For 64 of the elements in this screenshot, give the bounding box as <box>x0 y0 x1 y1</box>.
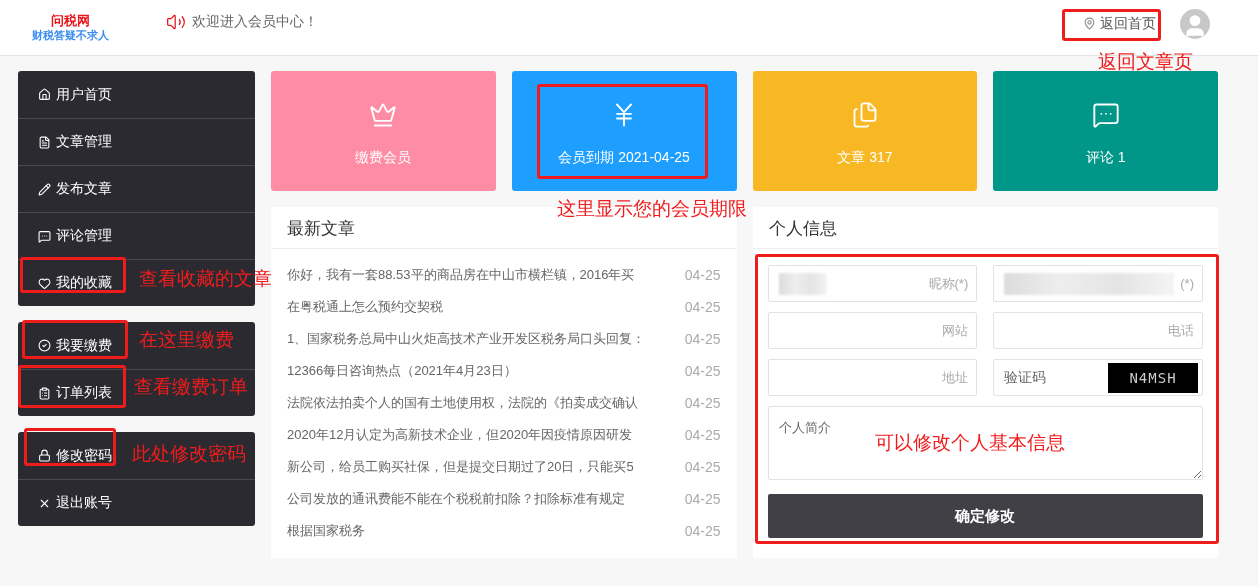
annotation-text: 可以修改个人基本信息 <box>875 431 1065 455</box>
captcha-field[interactable]: 验证码 N4MSH <box>993 359 1203 396</box>
submit-button[interactable]: 确定修改 <box>767 494 1203 538</box>
list-icon <box>38 386 51 400</box>
sidebar-item[interactable]: 评论管理 <box>38 223 112 249</box>
captcha-image[interactable]: N4MSH <box>1108 362 1198 393</box>
field-placeholder: 网站 <box>942 321 969 340</box>
article-date: 04-25 <box>684 363 721 379</box>
article-link[interactable]: 公司发放的通讯费能不能在个税税前扣除？扣除标准有规定 <box>287 490 625 508</box>
location-pin-icon <box>1083 17 1096 30</box>
home-icon <box>38 88 51 101</box>
sidebar-item[interactable]: 退出账号 <box>38 490 112 516</box>
lock-icon <box>38 449 51 462</box>
article-link[interactable]: 12366每日咨询热点（2021年4月23日） <box>287 362 517 380</box>
article-link[interactable]: 新公司，给员工购买社保，但是提交日期过了20日，只能买5 <box>287 458 634 476</box>
article-link[interactable]: 你好，我有一套88.53平的商品房在中山市横栏镇，2016年买 <box>287 266 635 284</box>
welcome-notice: 欢迎进入会员中心！ <box>192 12 318 31</box>
sidebar-item[interactable]: 修改密码 <box>38 442 112 469</box>
article-date: 04-25 <box>684 491 721 507</box>
annotation-text: 这里显示您的会员期限 <box>557 197 747 221</box>
panel-title: 个人信息 <box>752 207 1218 249</box>
sidebar-item[interactable]: 订单列表 <box>38 380 112 406</box>
annotation-text: 返回文章页 <box>1098 50 1193 74</box>
stat-label: 评论 1 <box>1085 149 1126 167</box>
chat-icon <box>38 229 51 243</box>
sidebar-item[interactable]: 我的收藏 <box>38 270 112 296</box>
article-link[interactable]: 在粤税通上怎么预约交契税 <box>287 298 443 316</box>
logo-title: 问税网 <box>50 13 90 28</box>
article-date: 04-25 <box>684 427 721 443</box>
article-link[interactable]: 2020年12月认定为高新技术企业，但2020年因疫情原因研发 <box>287 426 633 444</box>
field-placeholder: 电话 <box>1168 321 1194 340</box>
stat-label: 缴费会员 <box>355 149 412 167</box>
stat-card[interactable]: 评论 1 <box>993 71 1218 191</box>
field-placeholder: (*) <box>1180 276 1194 291</box>
annotation-text: 在这里缴费 <box>139 328 234 352</box>
article-date: 04-25 <box>684 331 721 347</box>
article-link[interactable]: 1、国家税务总局中山火炬高技术产业开发区税务局口头回复： <box>287 330 646 348</box>
sidebar-item[interactable]: 用户首页 <box>38 81 112 108</box>
article-date: 04-25 <box>684 267 721 283</box>
article-date: 04-25 <box>684 459 721 475</box>
article-date: 04-25 <box>684 299 721 315</box>
chat-icon <box>1091 101 1120 129</box>
annotation-text: 查看缴费订单 <box>134 375 248 399</box>
check-circle-icon <box>38 339 51 352</box>
crown-icon <box>369 101 398 129</box>
field-placeholder: 地址 <box>942 368 969 387</box>
document-icon <box>38 135 51 149</box>
field-placeholder: 昵称(*) <box>928 274 969 293</box>
avatar[interactable] <box>1180 8 1210 39</box>
article-link[interactable]: 法院依法拍卖个人的国有土地使用权，法院的《拍卖成交确认 <box>287 394 638 412</box>
home-link[interactable]: 返回首页 <box>1065 8 1162 39</box>
article-date: 04-25 <box>684 523 721 539</box>
article-date: 04-25 <box>684 395 721 411</box>
pencil-icon <box>38 182 51 196</box>
stat-label: 文章 317 <box>837 149 893 167</box>
sidebar-item[interactable]: 我要缴费 <box>38 332 112 359</box>
stat-label: 会员到期 2021-04-25 <box>558 149 690 167</box>
logo-slogan: 财税答疑不求人 <box>31 28 109 42</box>
article-link[interactable]: 根据国家税务 <box>287 522 365 540</box>
heart-icon <box>38 276 51 290</box>
sidebar-item[interactable]: 发布文章 <box>38 176 112 202</box>
annotation-text: 此处修改密码 <box>132 442 246 466</box>
sidebar-item[interactable]: 文章管理 <box>38 129 112 155</box>
field-placeholder: 验证码 <box>1004 368 1047 387</box>
